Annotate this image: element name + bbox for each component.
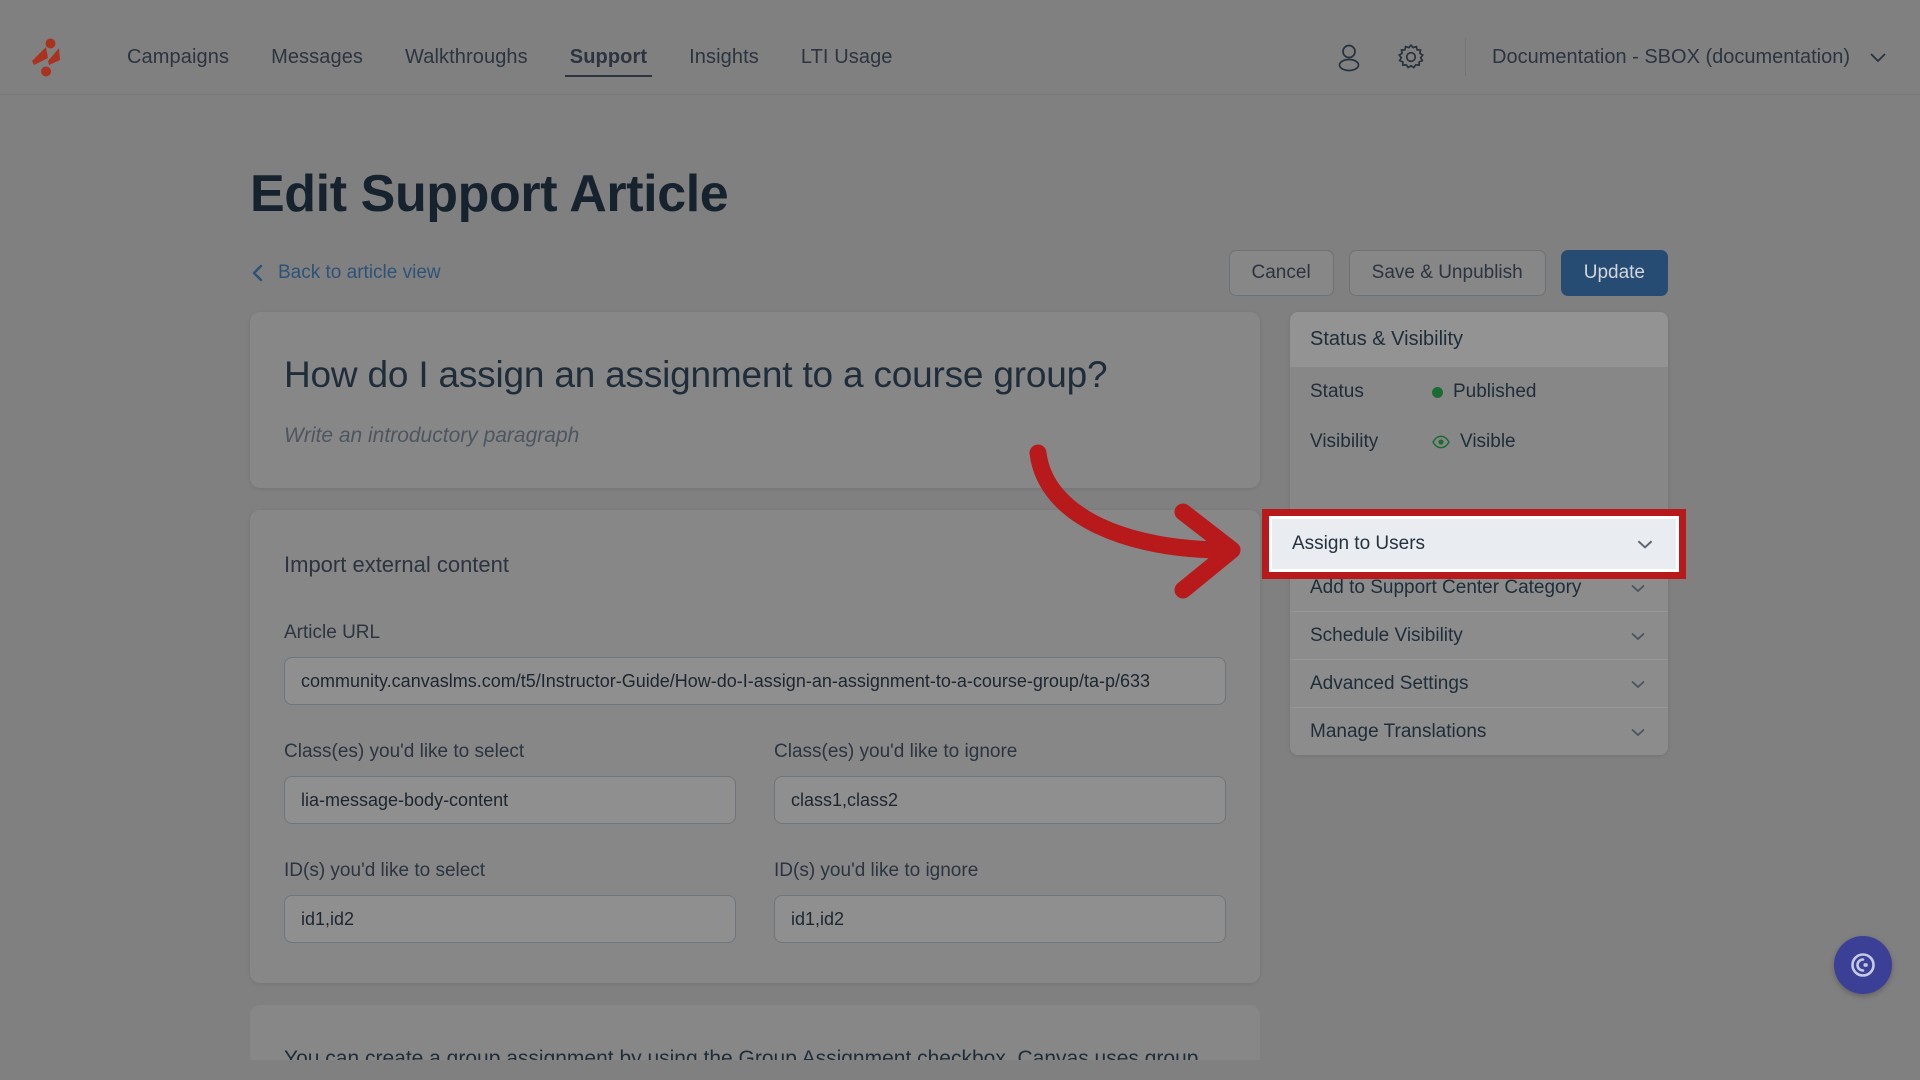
status-row: Status Published <box>1290 367 1668 417</box>
nav-item-campaigns[interactable]: Campaigns <box>106 20 250 94</box>
chevron-down-icon <box>1628 578 1648 598</box>
main-content-row: Back to article view How do I assign an … <box>0 250 1920 1060</box>
article-url-field-group: Article URL community.canvaslms.com/t5/I… <box>284 622 1226 705</box>
chevron-down-icon <box>1634 533 1656 555</box>
nav-item-walkthroughs[interactable]: Walkthroughs <box>384 20 549 94</box>
status-label: Status <box>1310 381 1364 402</box>
article-url-input[interactable]: community.canvaslms.com/t5/Instructor-Gu… <box>284 657 1226 705</box>
class-select-field-group: Class(es) you'd like to select lia-messa… <box>284 741 736 824</box>
chevron-down-icon <box>1628 674 1648 694</box>
accordion-label: Schedule Visibility <box>1310 624 1463 646</box>
top-navigation-bar: Campaigns Messages Walkthroughs Support … <box>0 20 1920 94</box>
user-icon[interactable] <box>1325 33 1373 81</box>
chat-bubble-icon[interactable] <box>1834 936 1892 994</box>
class-ignore-field-group: Class(es) you'd like to ignore class1,cl… <box>774 741 1226 824</box>
nav-item-lti-usage[interactable]: LTI Usage <box>780 20 914 94</box>
nav-links: Campaigns Messages Walkthroughs Support … <box>106 20 914 94</box>
chevron-down-icon <box>1628 722 1648 742</box>
pendo-logo-icon[interactable] <box>26 34 72 80</box>
accordion-item-assign-to-users-highlighted[interactable]: Assign to Users <box>1272 519 1676 569</box>
id-select-label: ID(s) you'd like to select <box>284 860 486 881</box>
accordion-label: Assign to Users <box>1292 533 1426 554</box>
id-select-field-group: ID(s) you'd like to select id1,id2 <box>284 860 736 943</box>
class-select-input[interactable]: lia-message-body-content <box>284 776 736 824</box>
visibility-label: Visibility <box>1310 431 1379 452</box>
chevron-down-icon <box>1628 626 1648 646</box>
back-link-label: Back to article view <box>278 262 441 283</box>
class-select-label: Class(es) you'd like to select <box>284 741 525 762</box>
visibility-value: Visible <box>1460 431 1516 452</box>
update-button[interactable]: Update <box>1560 250 1668 296</box>
status-panel-title: Status & Visibility <box>1290 312 1668 367</box>
left-column: Back to article view How do I assign an … <box>250 256 1260 1060</box>
gear-icon[interactable] <box>1387 33 1435 81</box>
class-fields-row: Class(es) you'd like to select lia-messa… <box>284 741 1226 824</box>
class-ignore-input[interactable]: class1,class2 <box>774 776 1226 824</box>
class-ignore-label: Class(es) you'd like to ignore <box>774 741 1018 762</box>
article-editor-card: How do I assign an assignment to a cours… <box>250 312 1260 488</box>
article-url-label: Article URL <box>284 622 381 643</box>
accordion-label: Advanced Settings <box>1310 672 1469 694</box>
nav-item-insights[interactable]: Insights <box>668 20 780 94</box>
eye-icon <box>1432 435 1450 449</box>
page-title: Edit Support Article <box>250 165 729 223</box>
annotation-highlight-box: Assign to Users <box>1262 509 1686 579</box>
accordion-item-manage-translations[interactable]: Manage Translations <box>1290 707 1668 755</box>
id-fields-row: ID(s) you'd like to select id1,id2 ID(s)… <box>284 860 1226 943</box>
nav-divider <box>1465 38 1467 76</box>
save-and-unpublish-button[interactable]: Save & Unpublish <box>1348 250 1546 296</box>
right-column: Cancel Save & Unpublish Update Status & … <box>1228 250 1668 755</box>
import-external-content-card: Import external content Article URL comm… <box>250 510 1260 983</box>
id-select-input[interactable]: id1,id2 <box>284 895 736 943</box>
screen: Campaigns Messages Walkthroughs Support … <box>0 0 1920 1080</box>
back-to-article-view-link[interactable]: Back to article view <box>250 256 1260 290</box>
chevron-left-icon <box>250 263 266 283</box>
article-body-text[interactable]: You can create a group assignment by usi… <box>284 1043 1226 1060</box>
visibility-row: Visibility Visible <box>1290 417 1668 467</box>
id-ignore-field-group: ID(s) you'd like to ignore id1,id2 <box>774 860 1226 943</box>
article-body-card: You can create a group assignment by usi… <box>250 1005 1260 1060</box>
chevron-down-icon[interactable] <box>1866 45 1890 69</box>
account-switcher-label[interactable]: Documentation - SBOX (documentation) <box>1492 46 1850 69</box>
id-ignore-input[interactable]: id1,id2 <box>774 895 1226 943</box>
cancel-button[interactable]: Cancel <box>1228 250 1334 296</box>
article-intro-placeholder[interactable]: Write an introductory paragraph <box>284 424 1226 448</box>
nav-right-cluster: Documentation - SBOX (documentation) <box>1311 33 1920 81</box>
accordion-label: Manage Translations <box>1310 720 1487 742</box>
nav-item-support[interactable]: Support <box>549 20 668 94</box>
status-value: Published <box>1453 381 1537 402</box>
filled-circle-icon <box>1432 386 1443 398</box>
nav-item-messages[interactable]: Messages <box>250 20 384 94</box>
article-title[interactable]: How do I assign an assignment to a cours… <box>284 354 1226 396</box>
id-ignore-label: ID(s) you'd like to ignore <box>774 860 979 881</box>
accordion-item-advanced-settings[interactable]: Advanced Settings <box>1290 659 1668 707</box>
accordion-label: Add to Support Center Category <box>1310 576 1582 598</box>
accordion-item-schedule-visibility[interactable]: Schedule Visibility <box>1290 611 1668 659</box>
browser-page: Campaigns Messages Walkthroughs Support … <box>0 20 1920 1060</box>
import-section-heading: Import external content <box>284 552 510 577</box>
action-buttons: Cancel Save & Unpublish Update <box>1228 250 1668 296</box>
